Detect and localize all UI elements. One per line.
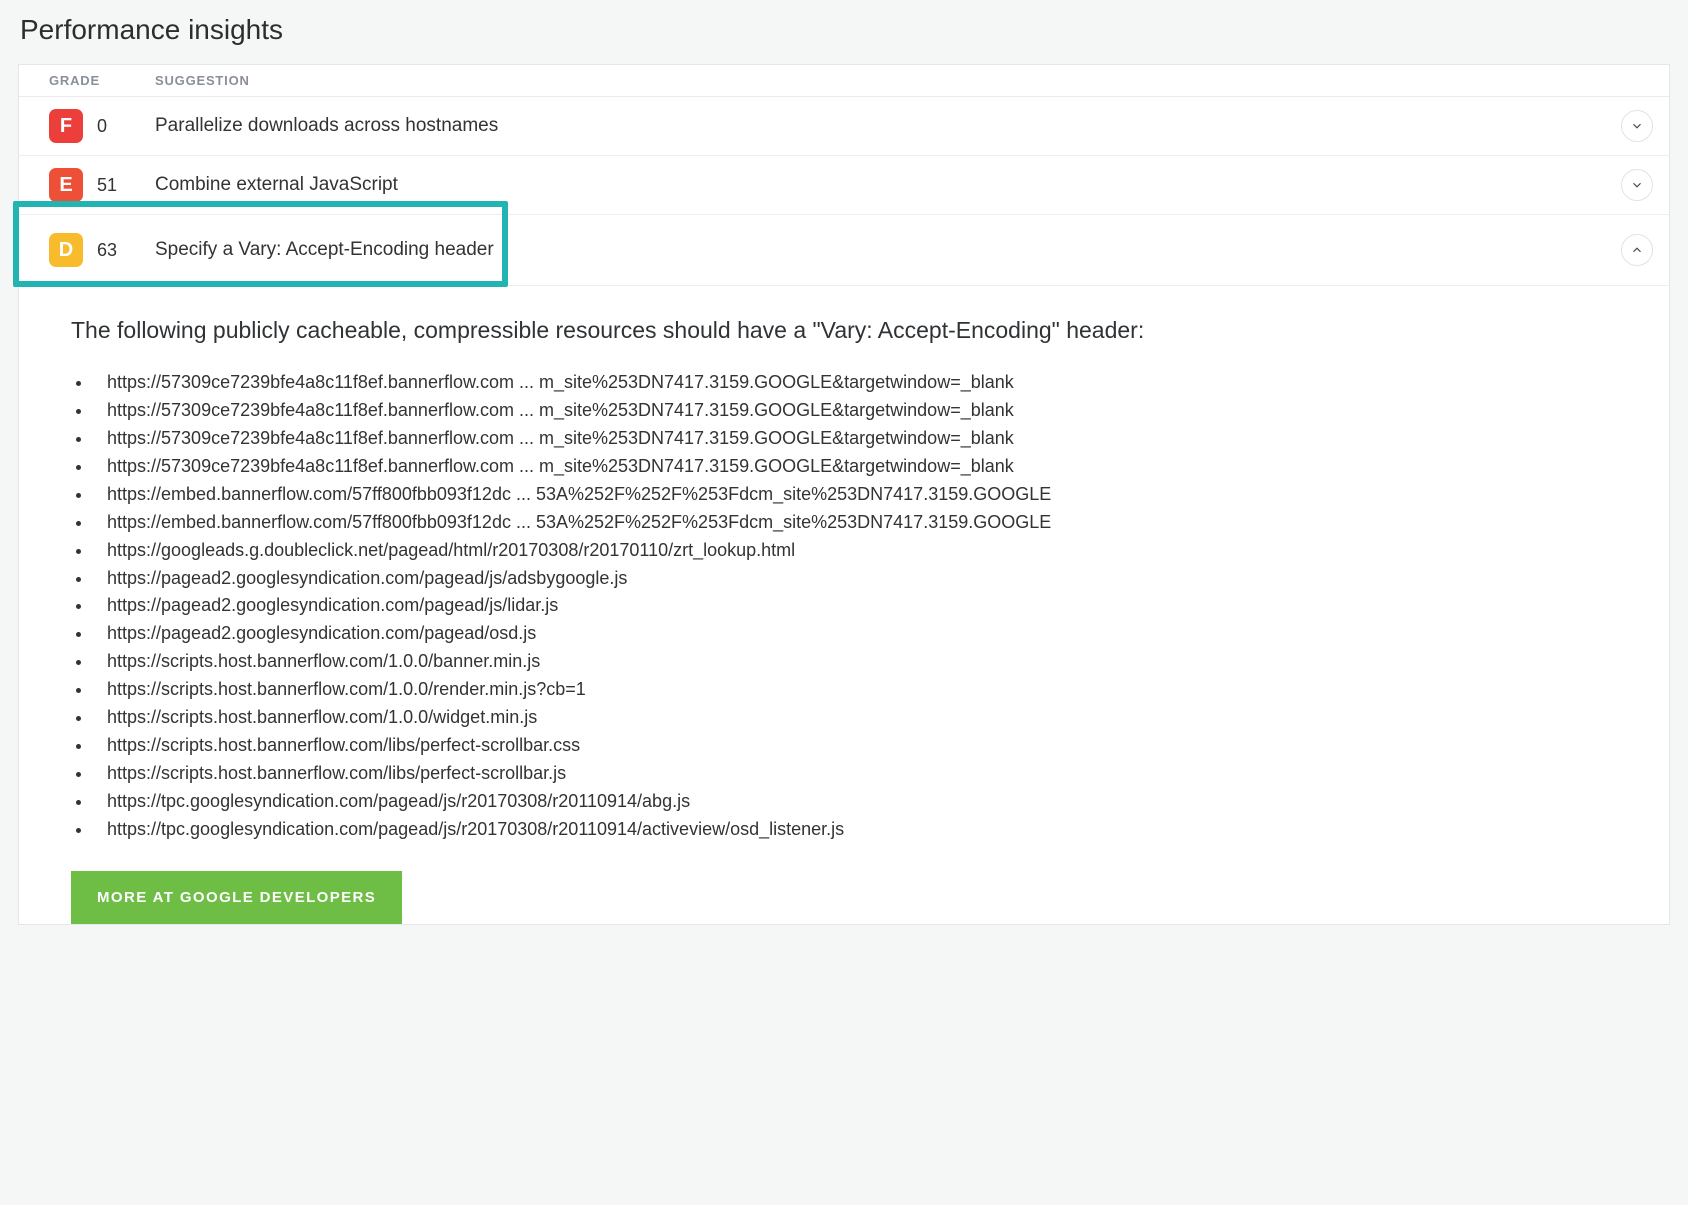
resource-item: https://57309ce7239bfe4a8c11f8ef.bannerf… [93, 453, 1629, 481]
insight-detail: The following publicly cacheable, compre… [19, 286, 1669, 924]
resource-item: https://embed.bannerflow.com/57ff800fbb0… [93, 481, 1629, 509]
resource-item: https://scripts.host.bannerflow.com/1.0.… [93, 648, 1629, 676]
table-header: GRADE SUGGESTION [19, 65, 1669, 97]
expand-button[interactable] [1621, 169, 1653, 201]
chevron-down-icon [1630, 119, 1644, 133]
resource-item: https://pagead2.googlesyndication.com/pa… [93, 592, 1629, 620]
insights-panel: GRADE SUGGESTION F 0 Parallelize downloa… [18, 64, 1670, 925]
grade-badge: D [49, 233, 83, 267]
more-at-google-developers-button[interactable]: MORE AT GOOGLE DEVELOPERS [71, 871, 402, 924]
resource-item: https://scripts.host.bannerflow.com/1.0.… [93, 676, 1629, 704]
resource-item: https://embed.bannerflow.com/57ff800fbb0… [93, 509, 1629, 537]
resource-item: https://57309ce7239bfe4a8c11f8ef.bannerf… [93, 425, 1629, 453]
resource-item: https://57309ce7239bfe4a8c11f8ef.bannerf… [93, 369, 1629, 397]
resource-item: https://tpc.googlesyndication.com/pagead… [93, 816, 1629, 844]
chevron-down-icon [1630, 178, 1644, 192]
suggestion-text: Specify a Vary: Accept-Encoding header [155, 239, 1611, 261]
collapse-button[interactable] [1621, 234, 1653, 266]
grade-score: 0 [97, 116, 155, 137]
resource-item: https://googleads.g.doubleclick.net/page… [93, 537, 1629, 565]
suggestion-text: Parallelize downloads across hostnames [155, 115, 1611, 137]
header-grade: GRADE [49, 73, 155, 88]
insight-row[interactable]: E 51 Combine external JavaScript [19, 156, 1669, 215]
chevron-up-icon [1630, 243, 1644, 257]
expand-button[interactable] [1621, 110, 1653, 142]
header-suggestion: SUGGESTION [155, 73, 1653, 88]
grade-badge: F [49, 109, 83, 143]
grade-score: 63 [97, 240, 155, 261]
resource-item: https://57309ce7239bfe4a8c11f8ef.bannerf… [93, 397, 1629, 425]
resource-item: https://pagead2.googlesyndication.com/pa… [93, 620, 1629, 648]
grade-score: 51 [97, 175, 155, 196]
resource-list: https://57309ce7239bfe4a8c11f8ef.bannerf… [71, 369, 1629, 843]
resource-item: https://pagead2.googlesyndication.com/pa… [93, 565, 1629, 593]
suggestion-text: Combine external JavaScript [155, 174, 1611, 196]
page-title: Performance insights [20, 14, 1670, 46]
resource-item: https://scripts.host.bannerflow.com/libs… [93, 760, 1629, 788]
insight-row[interactable]: D 63 Specify a Vary: Accept-Encoding hea… [19, 215, 1669, 286]
grade-badge: E [49, 168, 83, 202]
detail-description: The following publicly cacheable, compre… [71, 314, 1629, 347]
insight-row[interactable]: F 0 Parallelize downloads across hostnam… [19, 97, 1669, 156]
resource-item: https://tpc.googlesyndication.com/pagead… [93, 788, 1629, 816]
resource-item: https://scripts.host.bannerflow.com/1.0.… [93, 704, 1629, 732]
resource-item: https://scripts.host.bannerflow.com/libs… [93, 732, 1629, 760]
